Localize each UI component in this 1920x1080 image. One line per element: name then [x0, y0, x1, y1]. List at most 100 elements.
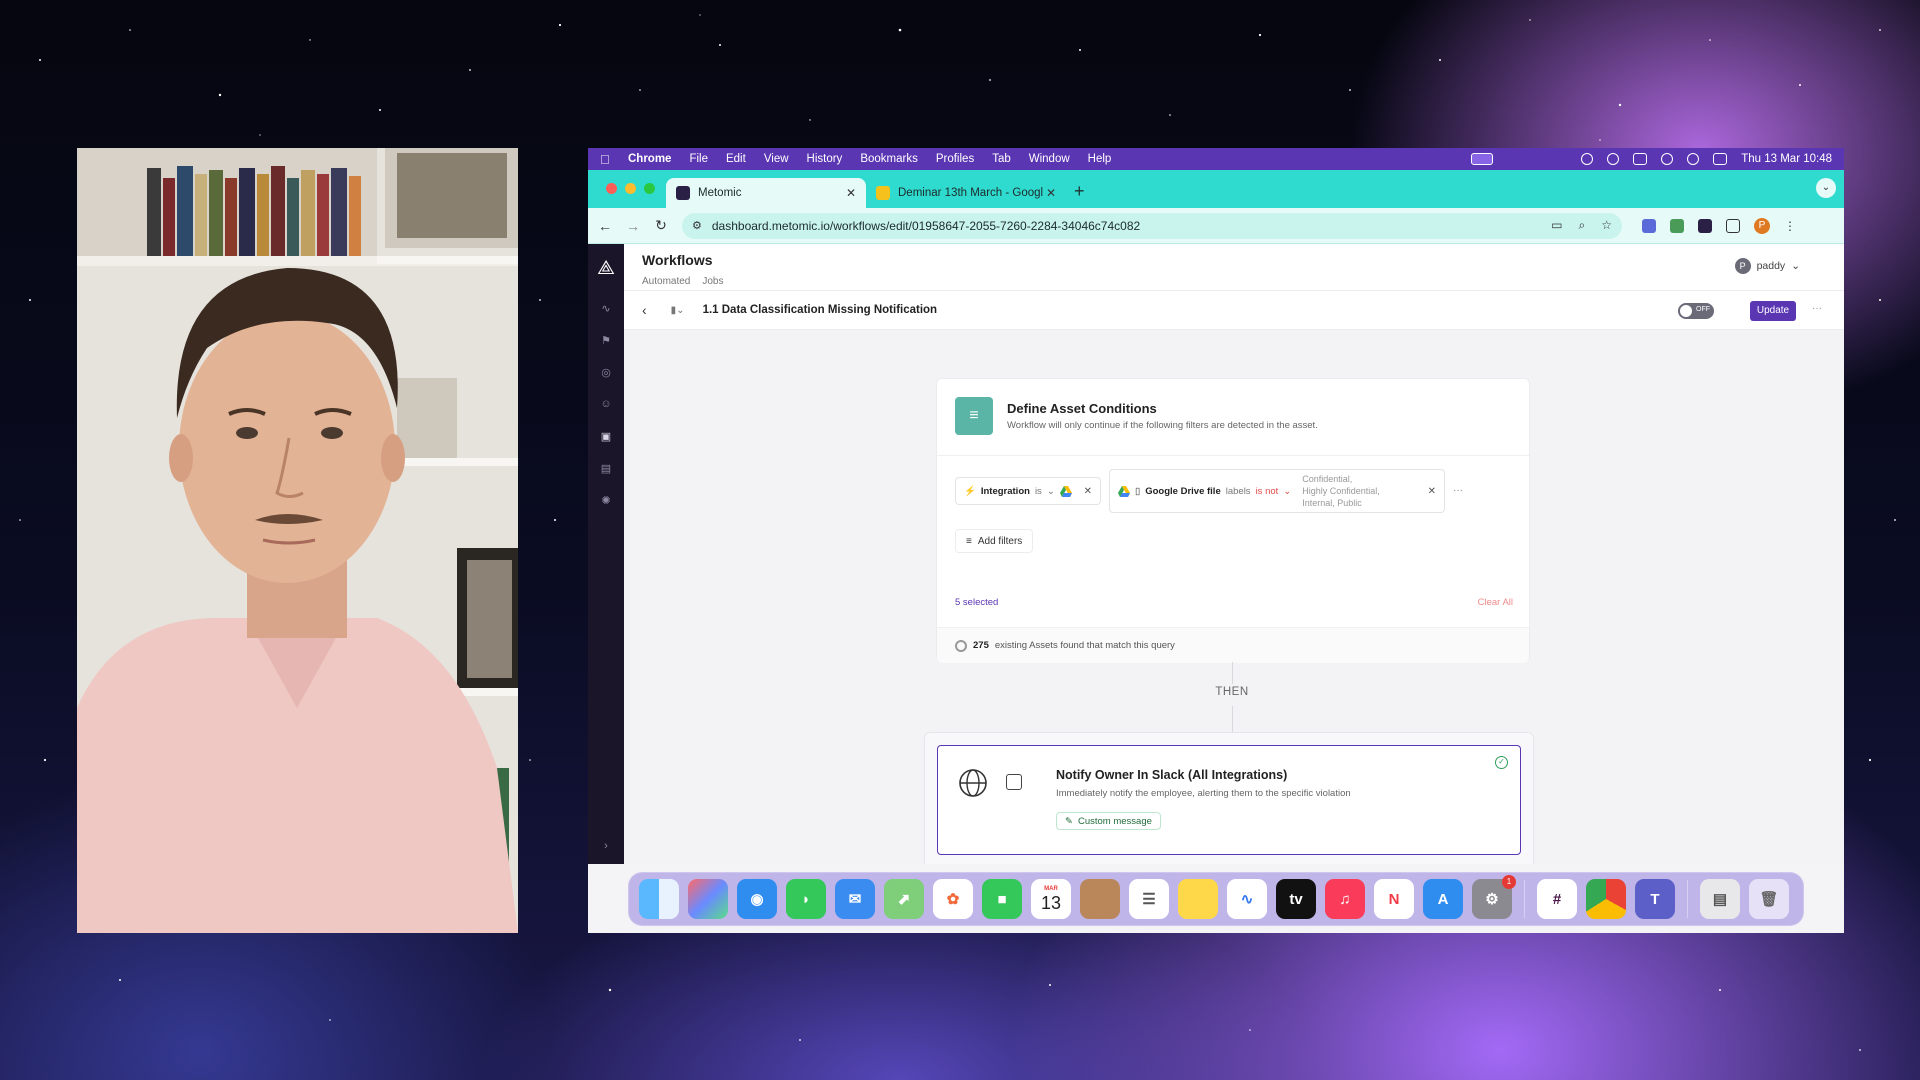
app-store-icon[interactable]: A	[1423, 879, 1463, 919]
expand-chevron-icon[interactable]: ›	[604, 840, 608, 852]
menu-view[interactable]: View	[764, 153, 789, 165]
freeform-icon[interactable]: ∿	[1227, 879, 1267, 919]
profile-avatar[interactable]: P	[1754, 217, 1770, 234]
filter-chip-drive-labels[interactable]: ▯ Google Drive file labels is not ⌄ Conf…	[1109, 469, 1445, 513]
photos-icon[interactable]: ✿	[933, 879, 973, 919]
metomic-logo-icon[interactable]: ⟁	[597, 258, 615, 278]
close-tab-icon[interactable]: ✕	[846, 186, 856, 200]
battery-icon[interactable]	[1633, 153, 1648, 165]
filter-operator[interactable]: is not	[1256, 486, 1279, 497]
back-chevron-icon[interactable]: ‹	[642, 302, 647, 318]
control-center-icon[interactable]	[1713, 153, 1728, 165]
tab-metomic[interactable]: Metomic ✕	[666, 178, 866, 208]
minimize-window-button[interactable]	[625, 183, 636, 194]
screen-share-icon[interactable]	[1471, 153, 1494, 165]
facetime-icon[interactable]: ■	[982, 879, 1022, 919]
music-icon[interactable]: ♫	[1325, 879, 1365, 919]
zoom-window-button[interactable]	[644, 183, 655, 194]
match-text: existing Assets found that match this qu…	[994, 640, 1175, 651]
wifi-icon[interactable]	[1661, 153, 1674, 165]
subnav-automated[interactable]: Automated	[642, 276, 690, 287]
menu-tab[interactable]: Tab	[992, 153, 1011, 165]
site-info-icon[interactable]: ⚙	[692, 219, 702, 232]
launchpad-icon[interactable]	[688, 879, 728, 919]
zoom-icon[interactable]: ⌕	[1579, 218, 1586, 233]
menu-history[interactable]: History	[807, 153, 843, 165]
more-options-icon[interactable]: ···	[1812, 303, 1822, 314]
trash-icon[interactable]: 🗑	[1749, 879, 1789, 919]
document-stack-icon[interactable]: ▤	[1700, 879, 1740, 919]
bookmark-star-icon[interactable]: ☆	[1601, 218, 1612, 233]
user-menu[interactable]: P paddy ⌄	[1734, 258, 1800, 274]
maps-icon[interactable]: ⬈	[884, 879, 924, 919]
filter-operator[interactable]: is	[1035, 486, 1042, 497]
finder-icon[interactable]	[639, 879, 679, 919]
activity-icon[interactable]: ∿	[599, 302, 613, 316]
install-app-icon[interactable]: ▭	[1551, 218, 1562, 233]
filter-chip-integration[interactable]: ⚡ Integration is ⌄ ✕	[955, 477, 1101, 505]
book-icon[interactable]: ▣	[599, 430, 613, 444]
metomic-extension-icon[interactable]	[1698, 218, 1712, 233]
tab-search-icon[interactable]: ⌄	[1816, 178, 1836, 198]
filter-values[interactable]: Confidential, Highly Confidential, Inter…	[1302, 473, 1402, 509]
news-icon[interactable]: N	[1374, 879, 1414, 919]
forward-arrow-icon[interactable]: →	[626, 218, 640, 234]
menu-bookmarks[interactable]: Bookmarks	[860, 153, 918, 165]
url-text[interactable]: dashboard.metomic.io/workflows/edit/0195…	[712, 219, 1140, 233]
workflow-active-toggle[interactable]: OFF	[1678, 303, 1714, 319]
menu-edit[interactable]: Edit	[726, 153, 746, 165]
user-avatar: P	[1734, 258, 1751, 274]
new-tab-button[interactable]: +	[1066, 181, 1093, 208]
menu-clock[interactable]: Thu 13 Mar 10:48	[1741, 153, 1832, 165]
puzzle-extensions-icon[interactable]	[1726, 218, 1740, 233]
users-icon[interactable]: ☺	[599, 398, 613, 412]
address-bar[interactable]: ⚙ dashboard.metomic.io/workflows/edit/01…	[682, 212, 1622, 239]
reload-icon[interactable]: ↻	[654, 217, 668, 234]
chrome-menu-icon[interactable]: ⋮	[1784, 219, 1796, 233]
status-icon[interactable]	[1581, 153, 1594, 165]
messages-icon[interactable]: ◗	[786, 879, 826, 919]
chrome-icon[interactable]	[1586, 879, 1626, 919]
action-card-body[interactable]: Notify Owner In Slack (All Integrations)…	[937, 745, 1521, 855]
apple-tv-icon[interactable]: tv	[1276, 879, 1316, 919]
document-icon[interactable]: ▤	[599, 462, 613, 476]
remove-filter-icon[interactable]: ✕	[1428, 486, 1436, 497]
subnav-jobs[interactable]: Jobs	[702, 276, 723, 287]
mail-icon[interactable]: ✉	[835, 879, 875, 919]
spotlight-icon[interactable]	[1687, 153, 1700, 165]
notes-icon[interactable]	[1178, 879, 1218, 919]
menu-window[interactable]: Window	[1029, 153, 1070, 165]
menu-help[interactable]: Help	[1088, 153, 1112, 165]
close-window-button[interactable]	[606, 183, 617, 194]
update-button[interactable]: Update	[1750, 301, 1796, 321]
clear-all-button[interactable]: Clear All	[1478, 597, 1513, 608]
menu-chrome[interactable]: Chrome	[628, 153, 671, 165]
safari-icon[interactable]: ◉	[737, 879, 777, 919]
globe-icon[interactable]: ◎	[599, 366, 613, 380]
tab-deminar[interactable]: Deminar 13th March - Googl ✕	[866, 178, 1066, 208]
close-tab-icon[interactable]: ✕	[1046, 186, 1056, 200]
menu-profiles[interactable]: Profiles	[936, 153, 974, 165]
slack-icon[interactable]: #	[1537, 879, 1577, 919]
remove-filter-icon[interactable]: ✕	[1084, 486, 1092, 497]
filter-more-icon[interactable]: ···	[1453, 485, 1463, 496]
version-dropdown[interactable]: ▮⌄	[671, 305, 685, 316]
add-filters-button[interactable]: ≡ Add filters	[955, 529, 1034, 553]
extension-icon[interactable]	[1642, 218, 1656, 233]
extension-icon[interactable]	[1670, 218, 1684, 233]
user-name: paddy	[1756, 260, 1786, 272]
calendar-icon[interactable]: MAR 13	[1031, 879, 1071, 919]
menu-file[interactable]: File	[689, 153, 708, 165]
contacts-icon[interactable]	[1080, 879, 1120, 919]
bolt-icon: ⚡	[964, 485, 976, 497]
system-settings-icon[interactable]: ⚙ 1	[1472, 875, 1516, 919]
teams-icon[interactable]: T	[1635, 879, 1675, 919]
apple-icon[interactable]: 	[600, 152, 614, 167]
sync-icon[interactable]	[1607, 153, 1620, 165]
custom-message-button[interactable]: ✎ Custom message	[1056, 812, 1161, 830]
settings-gear-icon[interactable]: ✺	[599, 494, 613, 508]
reminders-icon[interactable]: ☰	[1129, 879, 1169, 919]
back-arrow-icon[interactable]: ←	[598, 218, 612, 234]
flag-icon[interactable]: ⚑	[599, 334, 613, 348]
add-filters-label: Add filters	[977, 535, 1023, 547]
